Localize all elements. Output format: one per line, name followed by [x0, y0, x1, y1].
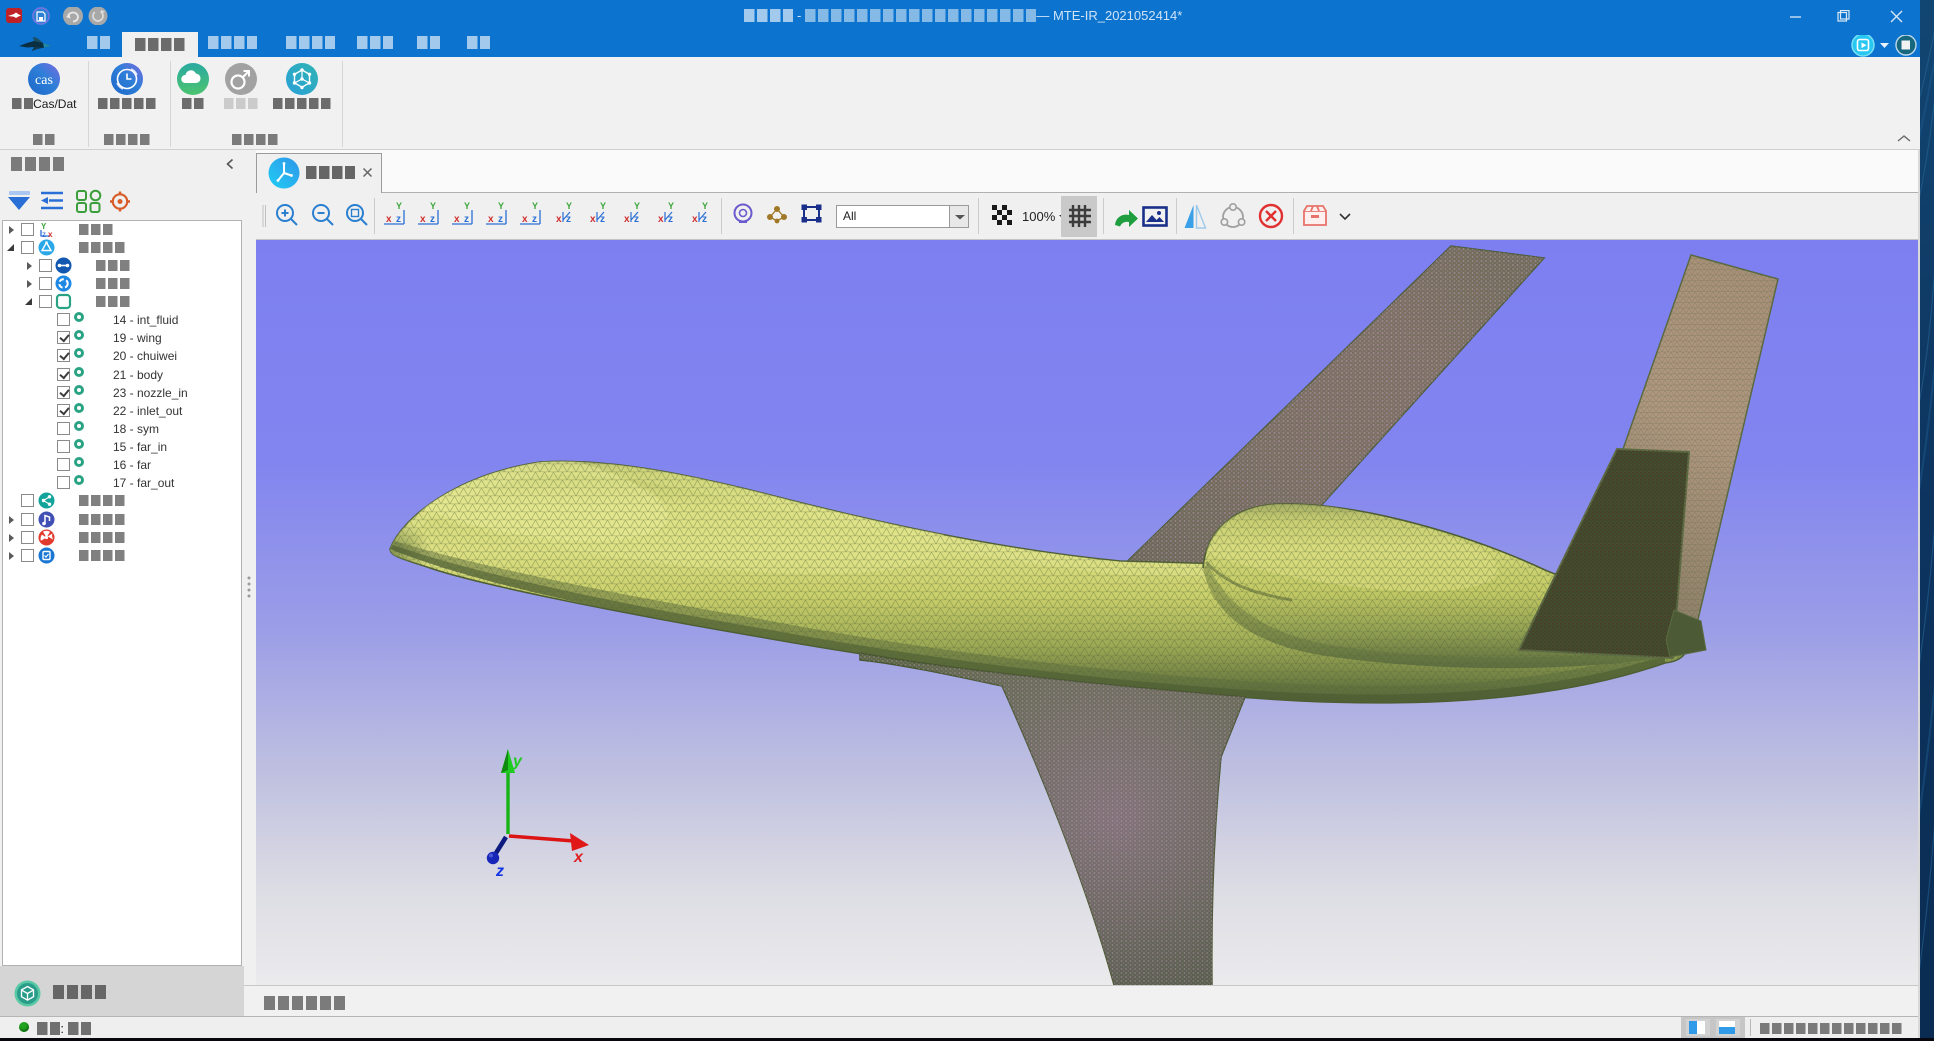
svg-text:Y: Y: [668, 201, 674, 211]
svg-text:x: x: [590, 214, 596, 225]
svg-text:cas: cas: [35, 73, 53, 88]
svg-text:Y: Y: [566, 201, 572, 211]
svg-text:Y: Y: [464, 201, 470, 211]
svg-text:Y: Y: [600, 201, 606, 211]
svg-text:z: z: [42, 230, 46, 238]
svg-text:Y: Y: [702, 201, 708, 211]
svg-text:Y: Y: [396, 201, 402, 211]
svg-text:x: x: [556, 214, 562, 225]
svg-text:Y: Y: [634, 201, 640, 211]
svg-text:Y: Y: [498, 201, 504, 211]
svg-text:x: x: [573, 849, 584, 866]
svg-text:x: x: [692, 214, 698, 225]
svg-text:Y: Y: [532, 201, 538, 211]
svg-text:z: z: [495, 863, 504, 880]
svg-text:x: x: [658, 214, 664, 225]
svg-text:Y: Y: [430, 201, 436, 211]
svg-text:y: y: [512, 753, 523, 770]
svg-text:x: x: [48, 230, 53, 238]
svg-text:x: x: [624, 214, 630, 225]
